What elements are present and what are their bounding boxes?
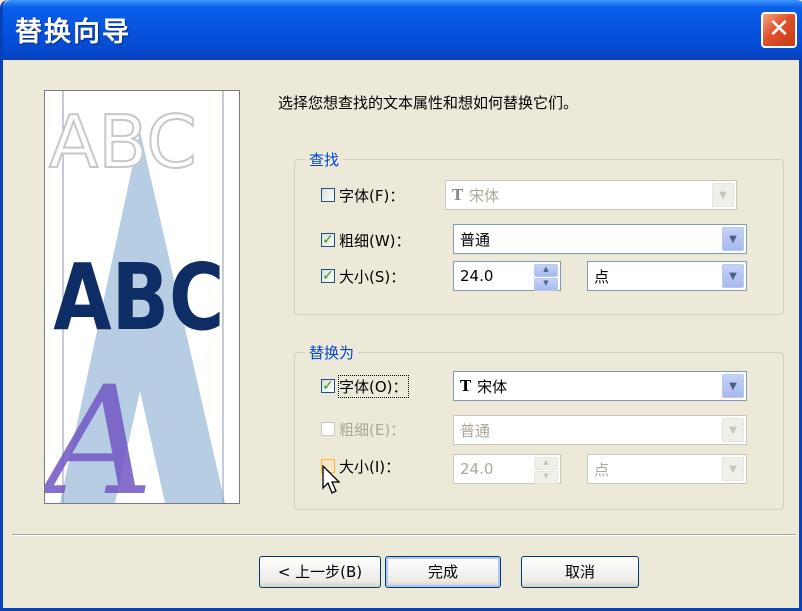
close-button[interactable]: ▼✕ bbox=[761, 12, 797, 48]
replace-unit-value: 点 bbox=[594, 460, 610, 479]
find-size-spinner[interactable]: 24.0 ▲ ▼ bbox=[453, 261, 561, 291]
dialog-body: ABC ABC A 选择您想查找的文本属性和想如何替换它们。 查找 字体(F)：… bbox=[6, 60, 802, 608]
find-weight-value: 普通 bbox=[460, 230, 491, 249]
replace-group-legend: 替换为 bbox=[305, 342, 359, 363]
find-weight-select[interactable]: 普通 ▼ bbox=[453, 224, 747, 254]
replace-weight-row: 粗细(E)： bbox=[321, 414, 405, 444]
find-weight-row: ✓ 粗细(W)： bbox=[321, 225, 411, 255]
find-size-label: 大小(S)： bbox=[339, 267, 406, 286]
replace-size-spinner[interactable]: 24.0 ▲ ▼ bbox=[453, 454, 561, 484]
find-group-legend: 查找 bbox=[305, 149, 344, 170]
preview-script-letter: A bbox=[45, 355, 153, 503]
replace-font-value: 宋体 bbox=[477, 377, 508, 396]
find-size-value: 24.0 bbox=[460, 267, 494, 285]
replace-font-checkbox[interactable]: ✓ bbox=[321, 379, 335, 393]
spinner-arrows[interactable]: ▲ ▼ bbox=[534, 457, 558, 484]
preview-image: ABC ABC A bbox=[44, 90, 240, 504]
find-weight-label: 粗细(W)： bbox=[339, 231, 411, 250]
back-button[interactable]: < 上一步(B) bbox=[259, 556, 381, 588]
find-font-row: 字体(F)： bbox=[321, 180, 404, 210]
title-bar[interactable]: 替换向导 ▼✕ bbox=[3, 0, 802, 60]
find-font-label: 字体(F)： bbox=[339, 186, 405, 205]
replace-size-value: 24.0 bbox=[460, 460, 494, 478]
replace-font-label: 字体(O)： bbox=[338, 374, 409, 398]
truetype-icon: T bbox=[452, 186, 464, 204]
replace-unit-select[interactable]: 点 ▼ bbox=[587, 454, 747, 484]
replace-weight-checkbox[interactable] bbox=[321, 422, 335, 436]
cancel-button[interactable]: 取消 bbox=[521, 556, 639, 588]
truetype-icon: T bbox=[460, 377, 472, 395]
replace-weight-select[interactable]: 普通 ▼ bbox=[453, 415, 747, 445]
spinner-arrows[interactable]: ▲ ▼ bbox=[534, 264, 558, 291]
spin-down-icon[interactable]: ▼ bbox=[534, 471, 558, 484]
spin-up-icon[interactable]: ▲ bbox=[534, 264, 558, 277]
find-group: 查找 字体(F)： T 宋体 ▼ ✓ 粗细(W)： 普通 ▼ ✓ 大小(S)： bbox=[294, 149, 784, 315]
chevron-down-icon[interactable]: ▼ bbox=[712, 183, 734, 207]
instruction-text: 选择您想查找的文本属性和想如何替换它们。 bbox=[278, 94, 579, 112]
replace-size-label: 大小(I)： bbox=[339, 457, 401, 476]
find-font-select[interactable]: T 宋体 ▼ bbox=[445, 180, 737, 210]
find-size-row: ✓ 大小(S)： bbox=[321, 261, 405, 291]
find-size-checkbox[interactable]: ✓ bbox=[321, 269, 335, 283]
find-font-checkbox[interactable] bbox=[321, 188, 335, 202]
spin-up-icon[interactable]: ▲ bbox=[534, 457, 558, 470]
replace-font-select[interactable]: T 宋体 ▼ bbox=[453, 371, 747, 401]
replace-font-row: ✓ 字体(O)： bbox=[321, 371, 409, 401]
chevron-down-icon[interactable]: ▼ bbox=[722, 264, 744, 288]
replace-weight-label: 粗细(E)： bbox=[339, 420, 406, 439]
replace-group: 替换为 ✓ 字体(O)： T 宋体 ▼ 粗细(E)： 普通 ▼ 大小(I)： 2… bbox=[294, 342, 784, 510]
replace-weight-value: 普通 bbox=[460, 421, 491, 440]
find-font-value: 宋体 bbox=[469, 186, 500, 205]
find-unit-select[interactable]: 点 ▼ bbox=[587, 261, 747, 291]
preview-top-text: ABC bbox=[49, 100, 197, 184]
chevron-down-icon[interactable]: ▼ bbox=[722, 457, 744, 481]
button-separator bbox=[12, 534, 796, 536]
mouse-cursor-icon bbox=[322, 465, 341, 494]
find-unit-value: 点 bbox=[594, 267, 610, 286]
chevron-down-icon[interactable]: ▼ bbox=[722, 227, 744, 251]
preview-graphic: ABC ABC A bbox=[45, 91, 239, 503]
wizard-window: 替换向导 ▼✕ ABC ABC A 选择您想查找的文本属性和想如何替换它们。 查… bbox=[0, 0, 802, 611]
finish-button[interactable]: 完成 bbox=[385, 556, 501, 588]
chevron-down-icon[interactable]: ▼ bbox=[722, 418, 744, 442]
preview-mid-text: ABC bbox=[53, 244, 224, 351]
find-weight-checkbox[interactable]: ✓ bbox=[321, 233, 335, 247]
window-title: 替换向导 bbox=[15, 17, 131, 48]
chevron-down-icon[interactable]: ▼ bbox=[722, 374, 744, 398]
spin-down-icon[interactable]: ▼ bbox=[534, 278, 558, 291]
